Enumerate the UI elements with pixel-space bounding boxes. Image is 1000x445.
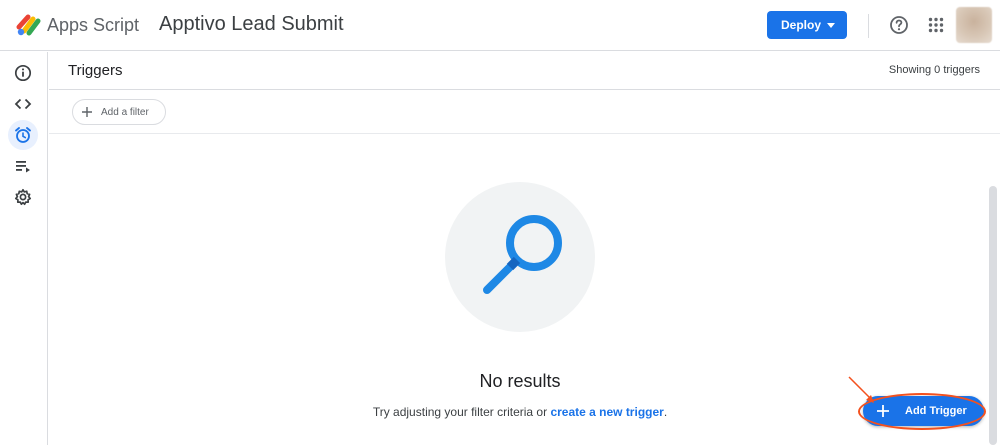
empty-state-title: No results <box>479 371 561 391</box>
alarm-clock-icon <box>15 127 31 143</box>
plus-icon <box>82 107 92 117</box>
header-divider <box>868 14 869 38</box>
scrollbar[interactable] <box>989 186 997 445</box>
rail-item-overview[interactable] <box>8 58 38 88</box>
apps-grid-icon[interactable] <box>928 17 944 33</box>
empty-state-hint: Try adjusting your filter criteria or cr… <box>330 405 710 419</box>
rail-item-triggers[interactable] <box>8 120 38 150</box>
account-avatar[interactable] <box>956 7 992 43</box>
hint-text: Try adjusting your filter criteria or <box>372 405 551 419</box>
executions-icon <box>16 161 30 173</box>
gear-icon <box>14 188 32 206</box>
page-title: Triggers <box>68 62 123 79</box>
search-icon <box>483 215 562 294</box>
hint-suffix: . <box>663 405 668 419</box>
info-icon <box>14 64 32 82</box>
app-name[interactable]: Apps Script <box>47 15 139 36</box>
code-icon <box>14 98 32 110</box>
rail-item-settings[interactable] <box>8 182 38 212</box>
apps-script-logo[interactable] <box>16 13 42 37</box>
rail-item-editor[interactable] <box>8 89 38 119</box>
help-icon[interactable] <box>889 15 909 35</box>
top-app-bar: Apps Script Apptivo Lead Submit Deploy <box>0 0 1000 51</box>
filter-bar: Add a filter <box>49 91 1000 134</box>
caret-down-icon <box>827 23 835 28</box>
project-title[interactable]: Apptivo Lead Submit <box>159 13 344 36</box>
deploy-button[interactable]: Deploy <box>767 11 847 39</box>
create-trigger-link[interactable]: create a new trigger <box>550 405 663 419</box>
rail-item-executions[interactable] <box>8 151 38 181</box>
annotation-arrow <box>848 376 874 403</box>
triggers-toolbar: Triggers Showing 0 triggers <box>49 52 1000 90</box>
trigger-count: Showing 0 triggers <box>888 64 980 76</box>
left-nav-rail <box>0 52 48 445</box>
add-filter-button[interactable]: Add a filter <box>72 99 166 125</box>
deploy-button-label: Deploy <box>781 18 822 32</box>
add-filter-label: Add a filter <box>101 106 149 118</box>
